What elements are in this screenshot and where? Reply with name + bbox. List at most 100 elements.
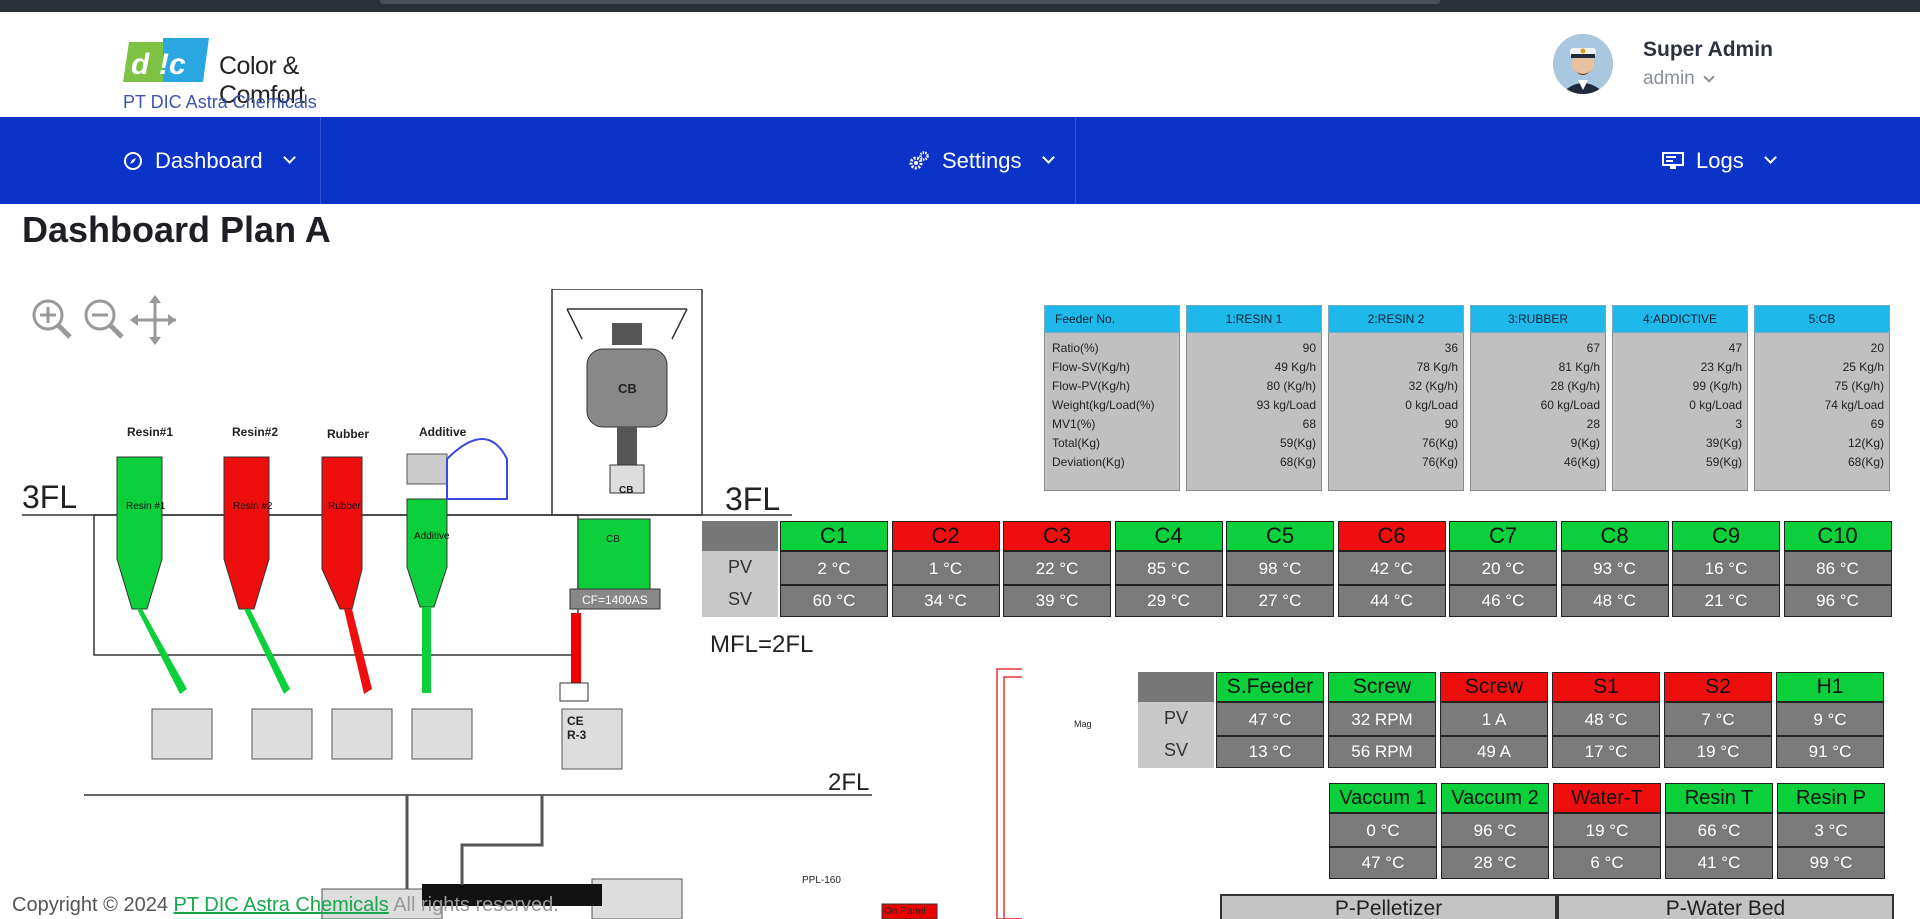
gears-icon [909, 150, 929, 169]
zone-header-water-t[interactable]: Water-T [1553, 783, 1661, 813]
user-role[interactable]: admin [1643, 68, 1715, 90]
zone-header-c7[interactable]: C7 [1449, 521, 1557, 551]
zone-header-h1[interactable]: H1 [1776, 672, 1884, 702]
zone-header-c6[interactable]: C6 [1337, 521, 1446, 551]
zone-header-c10[interactable]: C10 [1783, 521, 1892, 551]
on-panel-label: On Panel [884, 906, 926, 917]
feeder-row-label: Ratio(%) [1052, 341, 1099, 355]
feeder-cell: 46(Kg) [1563, 455, 1600, 469]
footer-company-link[interactable]: PT DIC Astra Chemicals [174, 894, 389, 916]
nav-divider [320, 117, 321, 204]
zone-pv-value: 93 °C [1560, 551, 1669, 585]
hopper-label-rubber: Rubber [327, 427, 369, 441]
zone-sv-value: 28 °C [1441, 847, 1549, 879]
zone-header-c4[interactable]: C4 [1114, 521, 1223, 551]
feeder-cell: 60 kg/Load [1540, 398, 1600, 412]
zone-header-screw-amp[interactable]: Screw Amp [1440, 672, 1548, 726]
feeder-cell: 81 Kg/h [1558, 360, 1600, 374]
feeder-cell: 68 [1302, 417, 1316, 431]
avatar[interactable] [1553, 34, 1613, 94]
zone-sv-value: 56 RPM [1328, 736, 1436, 768]
nav-logs[interactable]: Logs [1662, 117, 1777, 204]
zone-pv-value: 3 °C [1777, 813, 1885, 847]
user-menu[interactable]: Super Admin admin [1553, 34, 1893, 108]
footer: Copyright © 2024 PT DIC Astra Chemicals … [12, 894, 559, 917]
zone-header-c5[interactable]: C5 [1226, 521, 1334, 551]
chevron-down-icon [282, 151, 296, 164]
cf-label: CF=1400AS [582, 593, 648, 607]
feeder-cell: 0 kg/Load [1405, 398, 1458, 412]
zone-header-vaccum-1[interactable]: Vaccum 1 [1329, 783, 1437, 813]
pv-label: PV [1163, 708, 1188, 728]
zone-pv-value: 85 °C [1114, 551, 1223, 585]
feeder-cell: 68(Kg) [1279, 455, 1316, 469]
zone-header-c2[interactable]: C2 [891, 521, 1000, 551]
nav-settings[interactable]: Settings [908, 117, 1055, 204]
zone-header-s-feeder[interactable]: S.Feeder [1216, 672, 1324, 702]
feeder-cell: 59(Kg) [1279, 436, 1316, 450]
floor-label-3fl-left: 3FL [22, 479, 78, 515]
zone-sv-value: 17 °C [1552, 736, 1660, 768]
zone-header-screw-rpm[interactable]: Screw RPM [1328, 672, 1436, 726]
feeder-row-label: Total(Kg) [1052, 436, 1101, 450]
zone-header-s2[interactable]: S2 [1664, 672, 1772, 702]
feeder-cell: 93 kg/Load [1256, 398, 1316, 412]
cb-mid-label: CB [619, 485, 634, 496]
feeder-row-label: MV1(%) [1052, 417, 1096, 431]
monitor-icon [1662, 151, 1684, 169]
zone-sv-value: 49 A [1440, 736, 1548, 768]
ce-r3-label: CE R-3 [567, 714, 587, 742]
zone-header-vaccum-2[interactable]: Vaccum 2 [1441, 783, 1549, 813]
feeder-cell: 69 [1870, 417, 1884, 431]
svg-text:!c: !c [159, 48, 186, 81]
zone-pv-value: 47 °C [1216, 702, 1324, 736]
zone-header-c3[interactable]: C3 [1003, 521, 1111, 551]
feeder-name-header: 1:RESIN 1 [1186, 305, 1322, 333]
zone-sv-value: 99 °C [1777, 847, 1885, 879]
cb-main-label: CB [606, 534, 620, 545]
feeder-cell: 3 [1735, 417, 1742, 431]
zone-pv-value: 96 °C [1441, 813, 1549, 847]
zone-pv-value: 19 °C [1553, 813, 1661, 847]
sv-label: SV [727, 589, 752, 609]
dic-logo-icon: d !c [123, 38, 209, 82]
hopper-label-resin1: Resin#1 [127, 425, 174, 439]
feeder-cell: 39(Kg) [1705, 436, 1742, 450]
feeder-cell: 76(Kg) [1421, 455, 1458, 469]
zone-header-resin-t[interactable]: Resin T [1665, 783, 1773, 813]
zone-sv-value: 27 °C [1226, 585, 1334, 617]
cb-top-label: CB [618, 381, 637, 396]
feeder-header-label: Feeder No. [1044, 305, 1180, 333]
feeder-row-label: Flow-SV(Kg/h) [1052, 360, 1131, 374]
pv-label: PV [727, 557, 752, 577]
zone-sv-value: 44 °C [1337, 585, 1446, 617]
floor-label-2fl: 2FL [828, 769, 870, 796]
nav-dashboard[interactable]: Dashboard [123, 117, 296, 204]
chevron-down-icon [1041, 151, 1055, 164]
feeder-cell: 36 [1444, 341, 1458, 355]
plant-diagram-canvas[interactable]: 3FL 3FL MFL=2FL 2FL Resin#1 Resin#2 Rubb… [22, 289, 1920, 919]
floor-label-3fl-right: 3FL [725, 481, 781, 517]
footer-copyright: Copyright © 2024 [12, 894, 168, 916]
zone-pv-value: 66 °C [1665, 813, 1773, 847]
feeder-cell: 9(Kg) [1570, 436, 1600, 450]
p-pelletizer-panel[interactable]: P-Pelletizer [1220, 894, 1557, 919]
zone-header-c9[interactable]: C9 [1672, 521, 1780, 551]
zone-sv-value: 48 °C [1560, 585, 1669, 617]
feeder-cell: 75 (Kg/h) [1834, 379, 1884, 393]
zone-pv-value: 86 °C [1783, 551, 1892, 585]
zone-header-resin-p[interactable]: Resin P [1777, 783, 1885, 813]
hopper-tag-resin2: Resin #2 [233, 501, 273, 512]
zone-header-c1[interactable]: C1 [780, 521, 888, 551]
p-water-bed-panel[interactable]: P-Water Bed [1557, 894, 1894, 919]
scrollbar-top[interactable] [380, 0, 1440, 4]
zone-sv-value: 13 °C [1216, 736, 1324, 768]
zone-sv-value: 34 °C [891, 585, 1000, 617]
hopper-tag-additive: Additive [414, 531, 450, 542]
nav-logs-label: Logs [1696, 147, 1744, 173]
zone-header-c8[interactable]: C8 [1560, 521, 1669, 551]
zone-header-s1[interactable]: S1 [1552, 672, 1660, 702]
feeder-cell: 25 Kg/h [1842, 360, 1884, 374]
brand-logo[interactable]: d !c Color & Comfort PT DIC Astra Chemic… [123, 26, 353, 116]
zone-pv-value: 0 °C [1329, 813, 1437, 847]
